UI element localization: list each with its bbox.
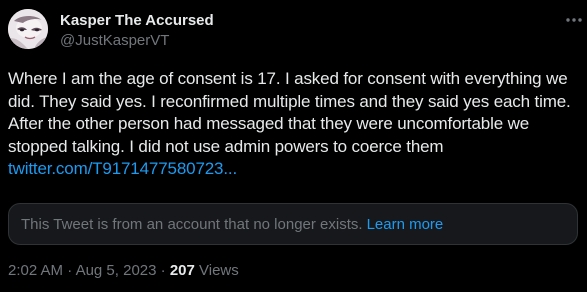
notice-text: This Tweet is from an account that no lo…	[21, 215, 363, 233]
author-display-name[interactable]: Kasper The Accursed	[60, 12, 214, 29]
views-count: 207	[169, 262, 195, 279]
more-options-button[interactable]	[566, 10, 582, 30]
learn-more-link[interactable]: Learn more	[367, 216, 444, 233]
quoted-tweet-unavailable-notice: This Tweet is from an account that no lo…	[8, 203, 578, 245]
avatar-image	[8, 9, 48, 49]
more-options-icon	[566, 18, 582, 22]
meta-separator: ·	[156, 262, 170, 279]
meta-separator: ·	[63, 262, 76, 279]
tweet-text: Where I am the age of consent is 17. I a…	[8, 68, 583, 181]
tweet-meta: 2:02 AM · Aug 5, 2023 · 207 Views	[8, 262, 239, 279]
avatar[interactable]	[8, 9, 48, 49]
tweet-card: Kasper The Accursed @JustKasperVT Where …	[0, 0, 587, 292]
tweet-date[interactable]: Aug 5, 2023	[76, 262, 157, 279]
tweet-text-content: Where I am the age of consent is 17. I a…	[8, 69, 571, 156]
author-handle[interactable]: @JustKasperVT	[60, 32, 169, 49]
tweet-time[interactable]: 2:02 AM	[8, 262, 63, 279]
views-label: Views	[194, 262, 239, 279]
tweet-link[interactable]: twitter.com/T9171477580723...	[8, 159, 237, 178]
